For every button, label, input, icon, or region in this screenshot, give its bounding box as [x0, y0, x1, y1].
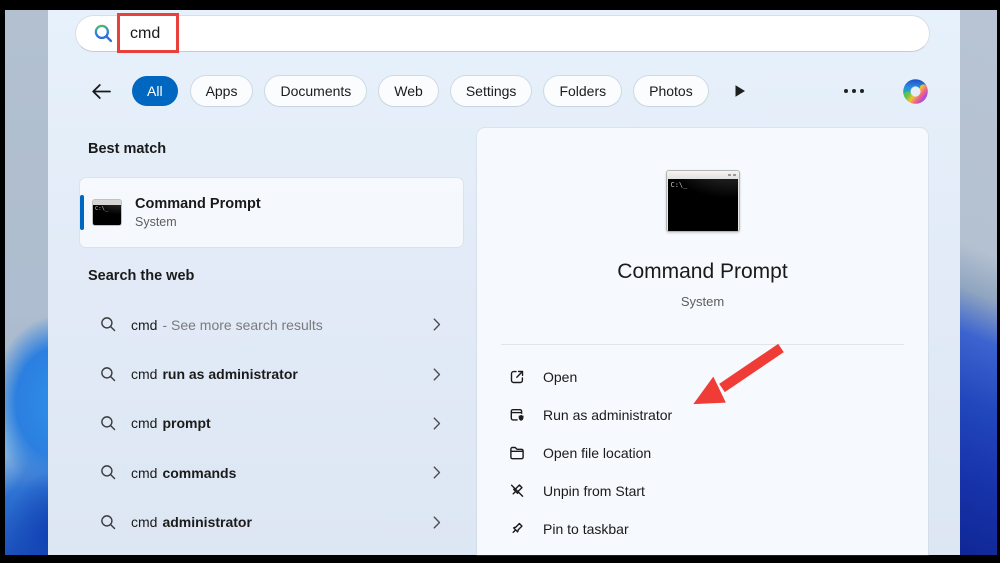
- open-icon: [508, 368, 526, 386]
- more-filters-button[interactable]: [734, 84, 746, 98]
- play-icon: [735, 85, 745, 97]
- search-icon: [100, 464, 117, 481]
- command-prompt-icon: C:\_: [92, 199, 122, 226]
- copilot-icon: [903, 78, 928, 104]
- search-icon: [100, 366, 117, 383]
- best-match-subtitle: System: [135, 215, 177, 229]
- preview-pane: C:\_ Command Prompt System Open Run as a…: [477, 128, 928, 555]
- suggestion-row[interactable]: cmd prompt: [80, 399, 463, 448]
- action-open[interactable]: Open: [477, 358, 928, 396]
- action-unpin-from-start[interactable]: Unpin from Start: [477, 472, 928, 510]
- preview-subtitle: System: [680, 294, 725, 309]
- chevron-right-icon: [432, 416, 441, 431]
- action-pin-to-taskbar[interactable]: Pin to taskbar: [477, 510, 928, 548]
- suggestion-row[interactable]: cmd run as administrator: [80, 349, 463, 398]
- suggestion-row[interactable]: cmd administrator: [80, 498, 463, 547]
- tab-photos[interactable]: Photos: [634, 76, 708, 106]
- search-icon: [100, 316, 117, 333]
- search-the-web-heading: Search the web: [88, 268, 195, 284]
- wallpaper-right: [960, 10, 997, 555]
- chevron-right-icon: [432, 465, 441, 480]
- unpin-from-start-icon: [508, 482, 526, 500]
- action-run-as-administrator[interactable]: Run as administrator: [477, 396, 928, 434]
- open-file-location-icon: [508, 444, 526, 462]
- divider: [501, 344, 904, 345]
- best-match-result[interactable]: C:\_ Command Prompt System: [80, 178, 463, 247]
- filter-tabs-row: All Apps Documents Web Settings Folders …: [88, 74, 932, 108]
- desktop: All Apps Documents Web Settings Folders …: [5, 10, 997, 555]
- search-icon: [100, 415, 117, 432]
- tab-apps[interactable]: Apps: [190, 76, 253, 106]
- pin-to-taskbar-icon: [508, 520, 526, 538]
- best-match-heading: Best match: [88, 141, 167, 157]
- tab-all[interactable]: All: [132, 76, 178, 106]
- chevron-right-icon: [432, 367, 441, 382]
- tab-web[interactable]: Web: [379, 76, 438, 106]
- preview-title: Command Prompt: [617, 260, 788, 283]
- windows-search-screen: All Apps Documents Web Settings Folders …: [0, 0, 1000, 563]
- back-button[interactable]: [88, 78, 114, 104]
- chevron-right-icon: [432, 515, 441, 530]
- ellipsis-icon: [844, 89, 848, 93]
- command-prompt-icon-large: C:\_: [665, 170, 740, 232]
- selection-accent-bar: [80, 195, 84, 230]
- search-box[interactable]: [75, 15, 930, 52]
- back-arrow-icon: [92, 83, 111, 99]
- search-flyout-panel: All Apps Documents Web Settings Folders …: [48, 10, 960, 555]
- tab-documents[interactable]: Documents: [265, 76, 367, 106]
- best-match-title: Command Prompt: [135, 196, 261, 212]
- chevron-right-icon: [432, 317, 441, 332]
- options-button[interactable]: [842, 83, 866, 99]
- search-icon: [94, 24, 113, 43]
- search-input[interactable]: [130, 24, 830, 43]
- wallpaper-left: [5, 10, 48, 555]
- tab-settings[interactable]: Settings: [450, 76, 532, 106]
- tab-folders[interactable]: Folders: [544, 76, 622, 106]
- search-icon: [100, 514, 117, 531]
- action-open-file-location[interactable]: Open file location: [477, 434, 928, 472]
- actions-list: Open Run as administrator Open file loca…: [477, 358, 928, 548]
- copilot-button[interactable]: [899, 75, 932, 108]
- suggestion-row[interactable]: cmd commands: [80, 448, 463, 497]
- run-as-administrator-icon: [508, 406, 526, 424]
- suggestion-row[interactable]: cmd - See more search results: [80, 300, 463, 349]
- web-suggestions-list: cmd - See more search results cmd run as a…: [80, 300, 463, 547]
